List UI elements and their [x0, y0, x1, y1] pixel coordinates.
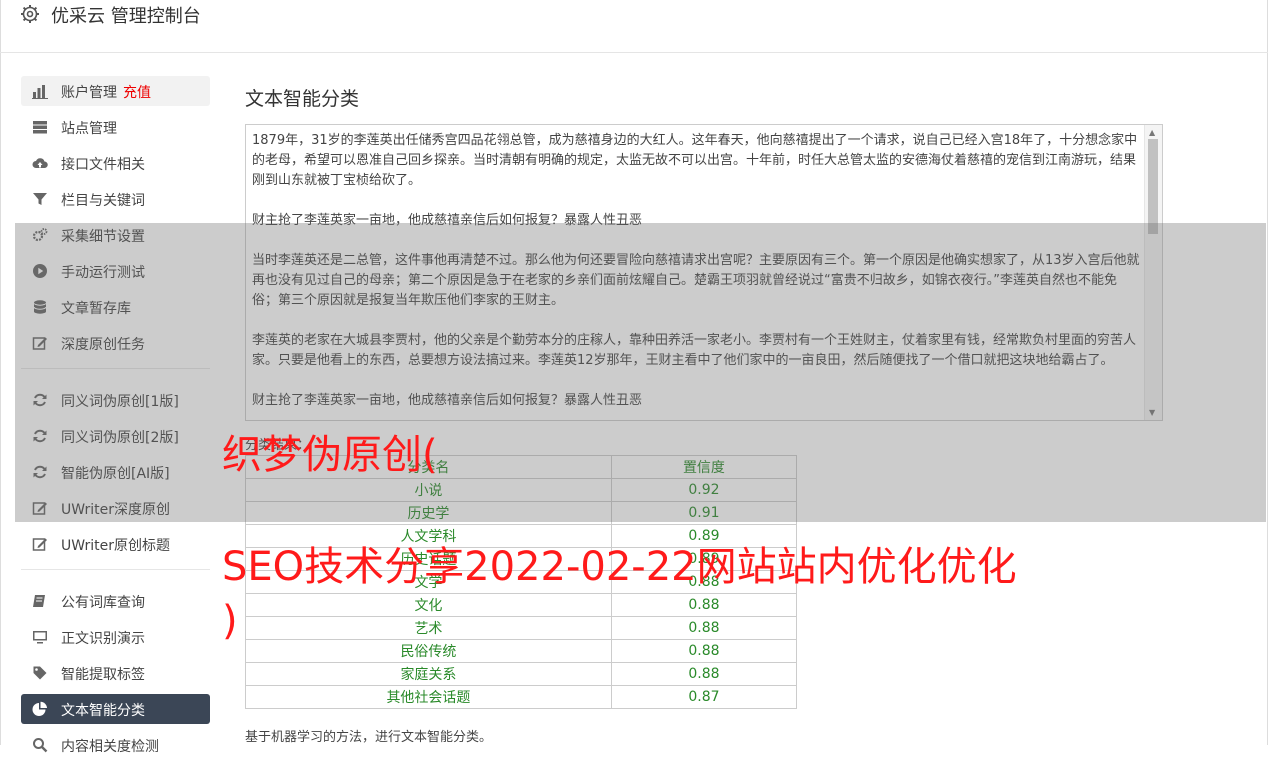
recharge-link[interactable]: 充值	[123, 85, 151, 101]
sidebar-item[interactable]: 正文识别演示	[21, 622, 210, 652]
tag-icon	[33, 666, 47, 680]
sidebar-item[interactable]: 栏目与关键词	[21, 184, 210, 214]
gray-overlay	[15, 223, 1266, 522]
sidebar-item-text: 内容相关度检测	[61, 739, 159, 755]
confidence-cell: 0.88	[610, 662, 798, 686]
sidebar-item[interactable]: 文本智能分类	[21, 694, 210, 724]
sidebar-item-label: 文本智能分类	[61, 700, 145, 720]
sidebar-item-label: 智能提取标签	[61, 664, 145, 684]
sidebar-item[interactable]: 公有词库查询	[21, 586, 210, 616]
cloud-upload-icon	[32, 158, 48, 168]
sidebar-item[interactable]: 账户管理 充值	[21, 76, 210, 106]
search-icon	[33, 738, 48, 753]
book-icon	[33, 595, 45, 607]
app-title: 优采云 管理控制台	[51, 6, 201, 27]
table-row: 其他社会话题 0.87	[245, 685, 798, 709]
sidebar-item-label: 账户管理 充值	[61, 82, 151, 102]
sidebar-item-label: 站点管理	[61, 118, 117, 138]
footnote: 基于机器学习的方法，进行文本智能分类。	[245, 730, 493, 745]
pie-chart-icon	[32, 701, 47, 716]
table-row: 家庭关系 0.88	[245, 662, 798, 686]
filter-icon	[33, 193, 47, 205]
category-cell: 其他社会话题	[245, 685, 612, 709]
server-icon	[33, 121, 47, 134]
sidebar-item-text: 公有词库查询	[61, 595, 145, 611]
sidebar-item-text: UWriter原创标题	[61, 538, 170, 554]
gear-icon[interactable]	[20, 4, 40, 24]
sidebar-item-text: 接口文件相关	[61, 157, 145, 173]
nav-divider	[21, 569, 210, 570]
sidebar-item-text: 正文识别演示	[61, 631, 145, 647]
sidebar-item-text: 栏目与关键词	[61, 193, 145, 209]
sidebar-item-text: 账户管理	[61, 85, 117, 101]
watermark-line2b: )	[222, 598, 238, 644]
confidence-cell: 0.87	[610, 685, 798, 709]
bar-chart-icon	[32, 85, 48, 99]
watermark-line2: SEO技术分享2022-02-22网站站内优化优化 )	[222, 540, 1017, 648]
sidebar-item-text: 文本智能分类	[61, 703, 145, 719]
sidebar-item[interactable]: 站点管理	[21, 112, 210, 142]
sidebar-item-label: 接口文件相关	[61, 154, 145, 174]
sidebar-item-label: 正文识别演示	[61, 628, 145, 648]
sidebar-item-label: 公有词库查询	[61, 592, 145, 612]
sidebar-item[interactable]: 智能提取标签	[21, 658, 210, 688]
scroll-up-icon[interactable]: ▲	[1149, 128, 1155, 137]
sidebar-item[interactable]: 接口文件相关	[21, 148, 210, 178]
watermark-line2a: SEO技术分享2022-02-22网站站内优化优化	[222, 544, 1017, 590]
sidebar-item-label: UWriter原创标题	[61, 535, 170, 555]
sidebar-item-text: 智能提取标签	[61, 667, 145, 683]
top-header: 优采云 管理控制台	[0, 0, 1268, 53]
sidebar-item-label: 栏目与关键词	[61, 190, 145, 210]
edit-icon	[32, 538, 47, 551]
watermark-line1: 织梦伪原创(	[222, 432, 438, 478]
monitor-icon	[33, 631, 47, 644]
sidebar-item[interactable]: 内容相关度检测	[21, 730, 210, 760]
scroll-thumb[interactable]	[1148, 139, 1158, 234]
page-title: 文本智能分类	[245, 88, 360, 110]
sidebar-item-label: 内容相关度检测	[61, 736, 159, 756]
sidebar-item[interactable]: UWriter原创标题	[21, 529, 210, 559]
text-paragraph: 1879年，31岁的李莲英出任储秀宫四品花翎总管，成为慈禧身边的大红人。这年春天…	[252, 133, 1138, 188]
category-cell: 家庭关系	[245, 662, 612, 686]
sidebar-item-text: 站点管理	[61, 121, 117, 137]
